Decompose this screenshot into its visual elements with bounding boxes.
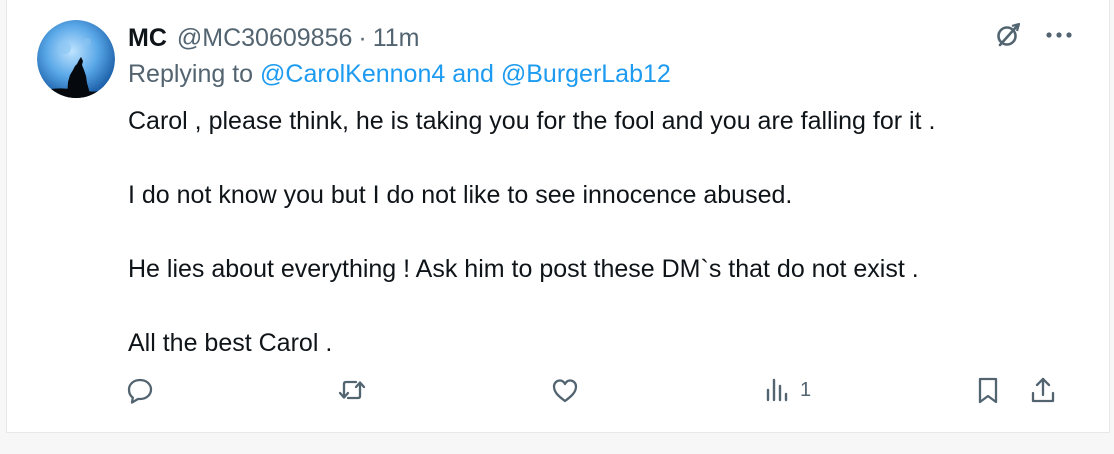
avatar-image	[37, 20, 115, 98]
reply-icon	[127, 378, 153, 404]
avatar[interactable]	[37, 20, 115, 98]
repost-button[interactable]	[337, 375, 367, 405]
share-icon	[1031, 377, 1055, 403]
header-separator: ·	[358, 23, 367, 52]
bookmark-icon	[978, 377, 998, 404]
tweet-paragraph: He lies about everything ! Ask him to po…	[128, 255, 919, 283]
like-icon	[552, 379, 578, 403]
views-count: 1	[800, 378, 812, 401]
replying-prefix: Replying to	[128, 60, 261, 88]
more-icon[interactable]	[1045, 30, 1073, 40]
views-icon	[766, 378, 788, 402]
post-time[interactable]: 11m	[373, 24, 420, 53]
grok-icon[interactable]	[993, 20, 1023, 50]
share-button[interactable]	[1028, 375, 1058, 405]
top-actions	[993, 20, 1073, 50]
tweet-paragraph: All the best Carol .	[128, 329, 333, 357]
repost-icon	[338, 380, 366, 400]
action-bar: 1	[125, 375, 1065, 419]
tweet-paragraph: Carol , please think, he is taking you f…	[128, 107, 936, 135]
reply-button[interactable]	[125, 375, 155, 405]
author-name[interactable]: MC	[128, 24, 167, 53]
reply-mention-2[interactable]: @BurgerLab12	[501, 60, 671, 88]
bookmark-button[interactable]	[973, 375, 1003, 405]
tweet-text: Carol , please think, he is taking you f…	[128, 103, 1088, 399]
tweet-header: MC @MC30609856 · 11m	[128, 22, 420, 54]
views-button[interactable]: 1	[762, 375, 811, 405]
replying-to: Replying to @CarolKennon4 and @BurgerLab…	[128, 60, 671, 89]
author-handle[interactable]: @MC30609856	[177, 24, 353, 53]
tweet-card[interactable]: MC @MC30609856 · 11m Replying to @CarolK…	[6, 0, 1110, 433]
reply-mention-1[interactable]: @CarolKennon4	[260, 60, 445, 88]
like-button[interactable]	[550, 375, 580, 405]
reply-and[interactable]: and	[445, 60, 501, 88]
tweet-paragraph: I do not know you but I do not like to s…	[128, 181, 793, 209]
